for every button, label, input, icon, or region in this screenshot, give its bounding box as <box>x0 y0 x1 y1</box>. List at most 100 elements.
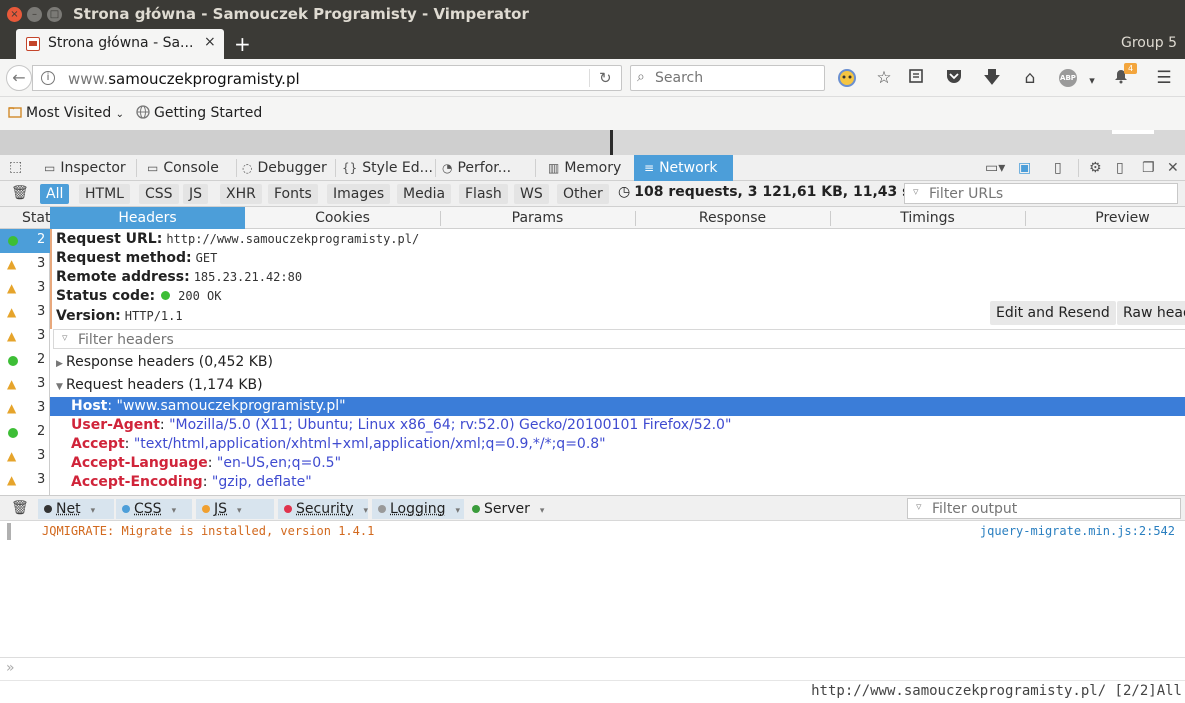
filter-urls-box[interactable]: ▿ <box>904 183 1178 204</box>
pocket-icon[interactable] <box>943 68 965 89</box>
trash-icon[interactable]: 🗑 <box>11 185 29 201</box>
bookmark-getting-started[interactable]: Getting Started <box>136 105 262 121</box>
console-filter-server[interactable]: Server ▾ <box>466 499 546 519</box>
tab-cookies[interactable]: Cookies <box>245 207 440 229</box>
window-maximize-button[interactable]: □ <box>47 7 62 22</box>
tab-close-icon[interactable]: × <box>204 34 216 50</box>
tab-params[interactable]: Params <box>440 207 635 229</box>
download-icon[interactable]: 🡇 <box>981 68 1003 88</box>
console-filter-security[interactable]: Security ▾ <box>278 499 368 519</box>
edit-and-resend-button[interactable]: Edit and Resend <box>990 301 1116 325</box>
table-row[interactable]: ▲ 3 <box>0 445 50 469</box>
reload-icon[interactable]: ↻ <box>599 69 612 87</box>
table-row[interactable]: ▲ 3 <box>0 373 50 397</box>
dock-side-icon[interactable]: ▯ <box>1116 160 1124 176</box>
filter-urls-input[interactable] <box>927 185 1172 203</box>
filter-html[interactable]: HTML <box>79 184 130 204</box>
request-headers-toggle[interactable]: ▼ Request headers (1,174 KB) <box>56 377 263 393</box>
new-tab-button[interactable]: + <box>234 32 251 56</box>
header-row[interactable]: Accept-Encoding: "gzip, deflate" <box>50 473 1185 492</box>
console-filter-css[interactable]: CSS ▾ <box>116 499 192 519</box>
chevron-down-icon[interactable]: ▾ <box>91 506 96 516</box>
table-row[interactable]: 2 <box>0 421 50 445</box>
filter-fonts[interactable]: Fonts <box>268 184 318 204</box>
back-button[interactable]: ← <box>6 65 32 91</box>
header-row[interactable]: Host: "www.samouczekprogramisty.pl" <box>50 397 1185 416</box>
window-minimize-button[interactable]: – <box>27 7 42 22</box>
info-icon[interactable]: i <box>41 71 55 85</box>
close-icon[interactable]: ✕ <box>1167 160 1179 176</box>
element-picker-icon[interactable]: ⬚ <box>9 159 22 175</box>
tab-network[interactable]: ≡ Network <box>634 155 733 181</box>
raw-headers-button[interactable]: Raw head <box>1117 301 1185 325</box>
table-row[interactable]: ▲ 3 <box>0 397 50 421</box>
table-row[interactable]: 2 <box>0 349 50 373</box>
responsive-design-icon[interactable]: ▯ <box>1054 160 1062 176</box>
table-row[interactable]: 2 <box>0 229 50 253</box>
chevron-down-icon[interactable]: ▾ <box>540 506 545 516</box>
filter-headers-box[interactable]: ▿ <box>53 329 1185 349</box>
adblock-icon[interactable]: ABP <box>1059 69 1077 87</box>
screenshot-icon[interactable] <box>836 68 858 93</box>
filter-flash[interactable]: Flash <box>459 184 508 204</box>
filter-output-input[interactable] <box>930 500 1175 518</box>
browser-tab-active[interactable]: Strona główna - Sa... × <box>16 29 224 59</box>
search-bar[interactable]: ⌕ <box>630 65 825 91</box>
scratchpad-icon[interactable]: ▣ <box>1018 160 1031 176</box>
tab-timings[interactable]: Timings <box>830 207 1025 229</box>
filter-css[interactable]: CSS <box>139 184 179 204</box>
filter-headers-input[interactable] <box>76 331 476 349</box>
tab-headers[interactable]: Headers <box>50 207 245 229</box>
chevron-down-icon[interactable]: ▾ <box>237 506 242 516</box>
tab-style-editor[interactable]: {} Style Ed... <box>340 155 435 181</box>
home-icon[interactable]: ⌂ <box>1019 68 1041 88</box>
table-row[interactable]: ▲ 3 <box>0 277 50 301</box>
table-row[interactable]: ▲ 3 <box>0 325 50 349</box>
window-close-button[interactable]: × <box>7 7 22 22</box>
undock-icon[interactable]: ❐ <box>1142 160 1155 176</box>
filter-images[interactable]: Images <box>327 184 391 204</box>
header-row[interactable]: Accept: "text/html,application/xhtml+xml… <box>50 435 1185 454</box>
filter-other[interactable]: Other <box>557 184 609 204</box>
search-input[interactable] <box>653 69 818 87</box>
response-headers-toggle[interactable]: ▶ Response headers (0,452 KB) <box>56 354 273 370</box>
filter-output-box[interactable]: ▿ <box>907 498 1181 519</box>
status-column-header[interactable]: Status <box>0 207 50 229</box>
console-clear-icon[interactable]: 🗑 <box>11 500 29 516</box>
tab-group-label[interactable]: Group 5 <box>1121 35 1177 51</box>
filter-js[interactable]: JS <box>183 184 209 204</box>
tab-preview[interactable]: Preview <box>1070 207 1175 229</box>
tab-console[interactable]: ▭ Console <box>143 155 235 181</box>
header-row[interactable]: User-Agent: "Mozilla/5.0 (X11; Ubuntu; L… <box>50 416 1185 435</box>
filter-media[interactable]: Media <box>397 184 452 204</box>
header-row[interactable]: Accept-Language: "en-US,en;q=0.5" <box>50 454 1185 473</box>
console-filter-net[interactable]: Net ▾ <box>38 499 114 519</box>
menu-icon[interactable]: ☰ <box>1153 68 1175 88</box>
table-row[interactable]: ▲ 3 <box>0 469 50 493</box>
table-row[interactable]: ▲ 3 <box>0 301 50 325</box>
tab-inspector[interactable]: ▭ Inspector <box>40 155 134 181</box>
bookmark-most-visited[interactable]: Most Visited ⌄ <box>8 105 124 121</box>
filter-xhr[interactable]: XHR <box>220 184 262 204</box>
chevron-down-icon[interactable]: ▾ <box>172 506 177 516</box>
tab-performance[interactable]: ◔ Perfor... <box>440 155 533 181</box>
console-filter-js[interactable]: JS ▾ <box>196 499 274 519</box>
log-source-link[interactable]: jquery-migrate.min.js:2:542 <box>980 524 1175 538</box>
filter-ws[interactable]: WS <box>514 184 549 204</box>
url-bar[interactable]: i www.samouczekprogramisty.pl ↻ <box>32 65 622 91</box>
chevron-down-icon[interactable]: ▾ <box>456 506 461 516</box>
tab-debugger[interactable]: ◌ Debugger <box>240 155 335 181</box>
table-row[interactable]: ▲ 3 <box>0 253 50 277</box>
split-console-icon[interactable]: ▭▾ <box>985 160 1005 176</box>
reading-list-icon[interactable] <box>905 68 927 89</box>
adblock-dropdown-icon[interactable]: ▾ <box>1081 71 1103 91</box>
tab-memory[interactable]: ▥ Memory <box>545 155 633 181</box>
chevron-down-icon[interactable]: ▾ <box>364 506 369 516</box>
bookmark-star-icon[interactable]: ☆ <box>873 68 895 88</box>
filter-all[interactable]: All <box>40 184 70 204</box>
gear-icon[interactable]: ⚙ <box>1089 160 1102 176</box>
tab-response[interactable]: Response <box>635 207 830 229</box>
stopwatch-icon[interactable]: ◷ <box>618 184 630 200</box>
console-filter-logging[interactable]: Logging ▾ <box>372 499 464 519</box>
console-input-line[interactable]: » <box>0 657 1185 680</box>
